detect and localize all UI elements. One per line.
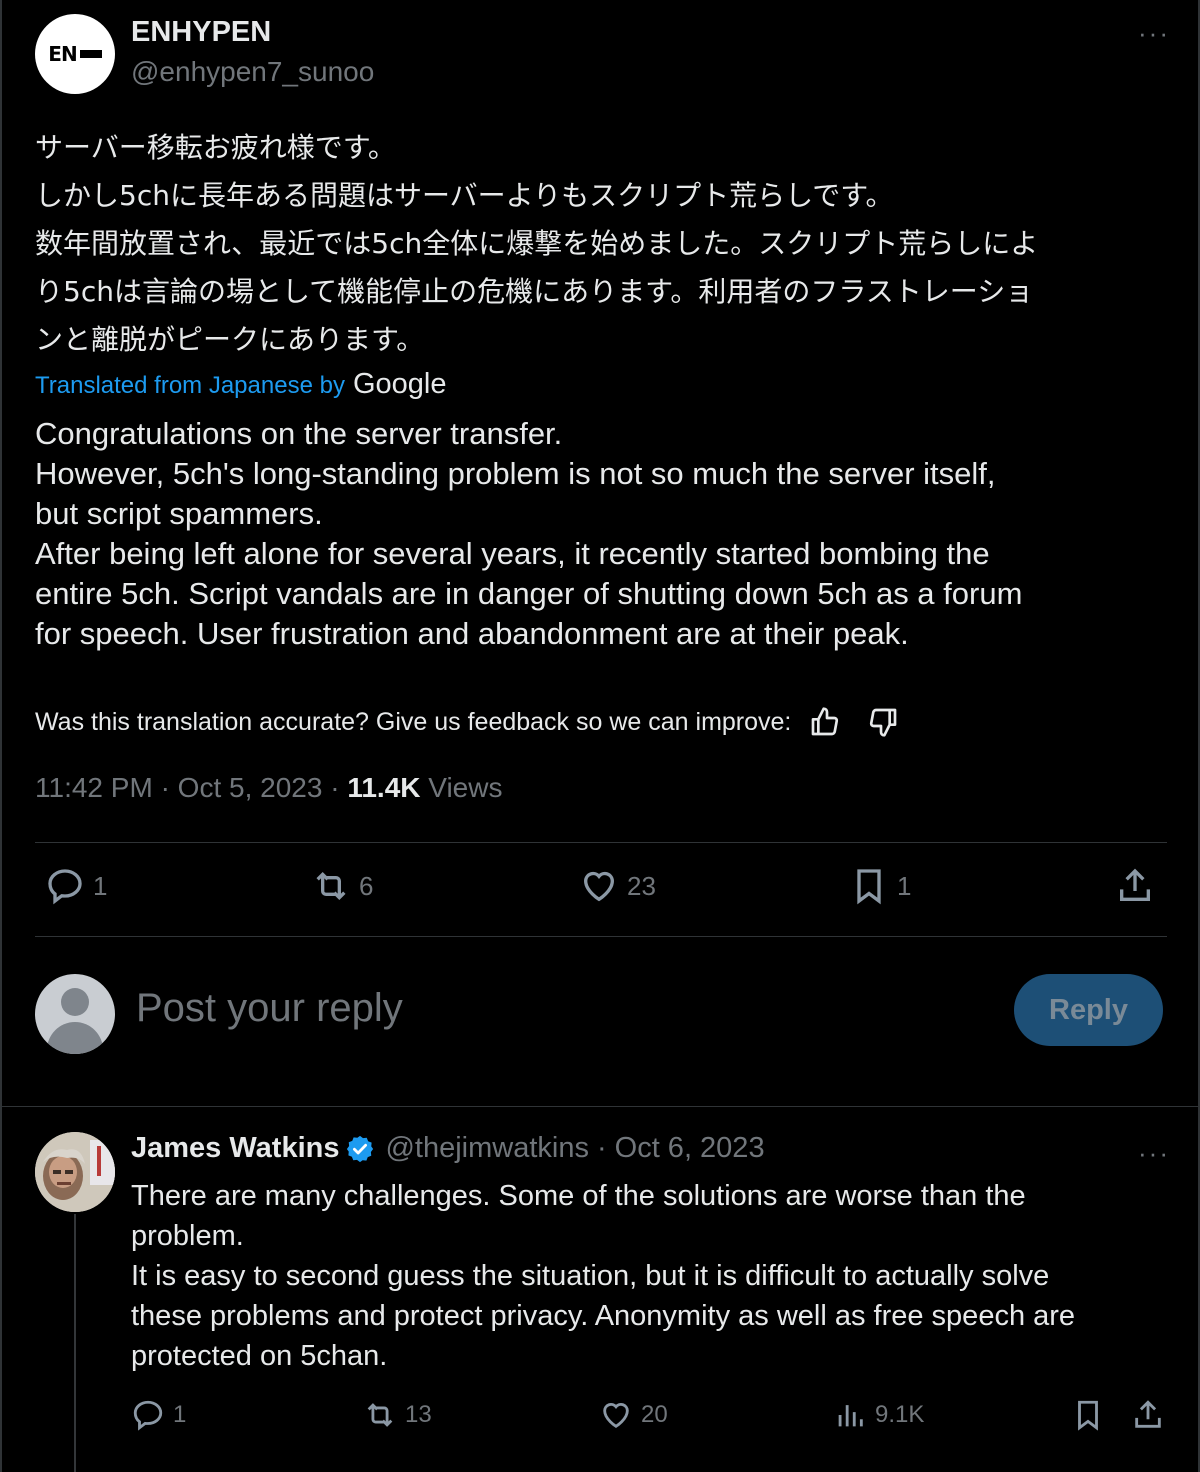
repost-count: 6: [359, 870, 374, 901]
reply-text: There are many challenges. Some of the s…: [131, 1176, 1171, 1376]
reply-button[interactable]: Reply: [1014, 974, 1163, 1046]
reply-line: problem.: [131, 1220, 244, 1252]
reply-count: 1: [173, 1401, 187, 1428]
original-line: サーバー移転お疲れ様です。: [35, 131, 396, 164]
original-line: り5chは言論の場として機能停止の危機にあります。利用者のフラストレーショ: [35, 275, 1034, 308]
original-line: 数年間放置され、最近では5ch全体に爆撃を始めました。スクリプト荒らしによ: [35, 227, 1039, 260]
repost-icon: [316, 871, 346, 901]
repost-count: 13: [405, 1401, 432, 1428]
analytics-icon: [838, 1405, 863, 1427]
reply-count: 1: [93, 870, 108, 901]
reply-action[interactable]: 1: [45, 866, 107, 906]
translation-attribution: Translated from Japanese by Google: [35, 368, 446, 401]
reply-author-avatar[interactable]: [35, 1132, 115, 1212]
like-action[interactable]: 20: [599, 1398, 668, 1432]
enhypen-logo: EN: [48, 42, 102, 66]
reply-author-name[interactable]: James Watkins: [131, 1132, 339, 1165]
reply-icon: [133, 1400, 163, 1431]
bookmark-action[interactable]: 1: [849, 866, 911, 906]
views-count: 9.1K: [875, 1401, 925, 1428]
verified-badge-icon: [345, 1134, 375, 1164]
repost-icon: [367, 1403, 393, 1427]
author-avatar[interactable]: EN: [35, 14, 115, 94]
translated-label[interactable]: Translated from Japanese by: [35, 372, 345, 400]
thumbs-down-icon[interactable]: [865, 704, 901, 740]
like-count: 23: [627, 870, 656, 901]
author-name[interactable]: ENHYPEN: [131, 16, 271, 49]
tweet-date[interactable]: Oct 5, 2023: [178, 772, 323, 803]
like-count: 20: [641, 1401, 668, 1428]
author-handle[interactable]: @enhypen7_sunoo: [131, 56, 374, 88]
reply-line: It is easy to second guess the situation…: [131, 1260, 1050, 1292]
original-line: ンと離脱がピークにあります。: [35, 323, 425, 356]
bookmark-icon: [857, 869, 881, 905]
thumbs-up-icon[interactable]: [807, 704, 843, 740]
reply-action[interactable]: 1: [131, 1398, 186, 1432]
section-divider: [0, 1106, 1200, 1107]
translation-line: Congratulations on the server transfer.: [35, 416, 563, 451]
bookmark-icon: [1078, 1400, 1098, 1431]
share-action[interactable]: [1131, 1398, 1165, 1432]
share-action[interactable]: [1115, 866, 1155, 906]
bookmark-action[interactable]: [1071, 1398, 1105, 1432]
share-icon: [1135, 1400, 1161, 1428]
tweet-time[interactable]: 11:42 PM: [35, 772, 153, 803]
tweet-meta: 11:42 PM · Oct 5, 2023 · 11.4K Views: [35, 772, 503, 803]
more-options-icon[interactable]: ···: [1138, 1138, 1170, 1169]
reply-header: James Watkins @thejimwatkins · Oct 6, 20…: [131, 1132, 765, 1165]
repost-action[interactable]: 13: [363, 1398, 432, 1432]
views-label: Views: [428, 772, 503, 803]
tweet-original-text: サーバー移転お疲れ様です。 しかし5chに長年ある問題はサーバーよりもスクリプト…: [35, 124, 1170, 364]
translation-line: After being left alone for several years…: [35, 536, 990, 571]
repost-action[interactable]: 6: [311, 866, 373, 906]
like-action[interactable]: 23: [579, 866, 656, 906]
translation-line: for speech. User frustration and abandon…: [35, 616, 909, 651]
heart-icon: [583, 871, 615, 902]
views-action[interactable]: 9.1K: [833, 1398, 924, 1432]
bookmark-count: 1: [897, 870, 912, 901]
tweet-actions: 1 6 23 1: [35, 866, 1167, 914]
translation-line: but script spammers.: [35, 496, 323, 531]
divider: [35, 842, 1167, 843]
tweet-translation-text: Congratulations on the server transfer. …: [35, 414, 1170, 654]
reply-line: There are many challenges. Some of the s…: [131, 1180, 1026, 1212]
more-options-icon[interactable]: ···: [1138, 18, 1170, 49]
feedback-text: Was this translation accurate? Give us f…: [35, 707, 792, 736]
reply-line: these problems and protect privacy. Anon…: [131, 1300, 1076, 1332]
google-logo: Google: [352, 368, 447, 400]
share-icon: [1120, 868, 1150, 901]
reply-date[interactable]: Oct 6, 2023: [615, 1132, 765, 1165]
reply-icon: [48, 869, 82, 905]
user-avatar: [35, 974, 115, 1054]
views-count: 11.4K: [347, 772, 421, 803]
heart-icon: [603, 1403, 629, 1429]
original-line: しかし5chに長年ある問題はサーバーよりもスクリプト荒らしです。: [35, 179, 894, 212]
translation-line: entire 5ch. Script vandals are in danger…: [35, 576, 1023, 611]
reply-actions: 1 13 20 9.1K: [131, 1398, 1171, 1442]
translation-line: However, 5ch's long-standing problem is …: [35, 456, 996, 491]
reply-author-handle[interactable]: @thejimwatkins: [385, 1132, 589, 1165]
reply-input[interactable]: Post your reply: [136, 986, 403, 1031]
divider: [35, 936, 1167, 937]
translation-feedback: Was this translation accurate? Give us f…: [35, 704, 901, 740]
reply-line: protected on 5chan.: [131, 1340, 388, 1372]
thread-line: [74, 1214, 76, 1472]
